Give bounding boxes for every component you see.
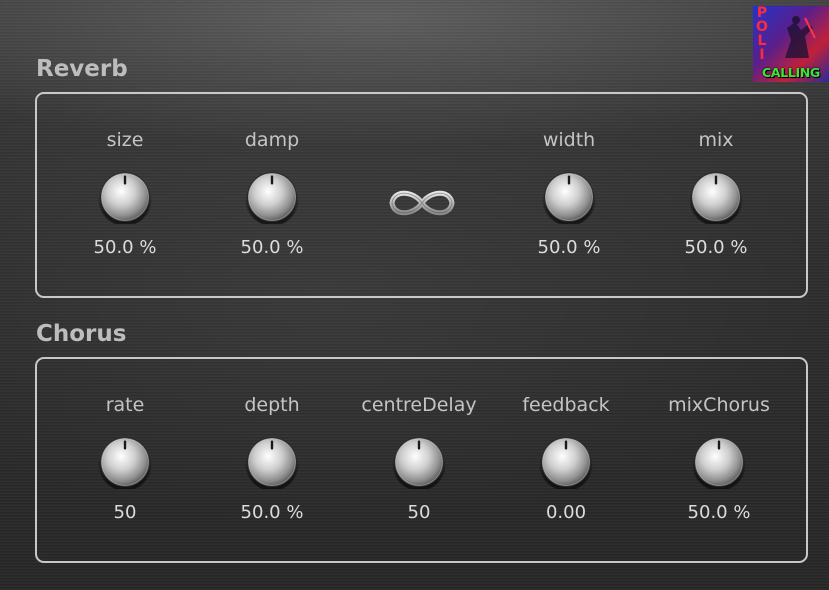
logo-side-text: POLI [756,6,768,63]
rate-label: rate [105,394,145,416]
reverb-control-mix: mix 50.0 % [651,128,781,260]
chorus-control-centre-delay: centreDelay 50 [354,393,484,525]
width-label: width [542,129,596,151]
mix-chorus-knob[interactable] [692,435,746,491]
infinity-icon[interactable] [386,181,458,225]
centre-delay-label: centreDelay [361,394,477,416]
mix-value: 50.0 % [684,237,748,258]
size-knob[interactable] [98,170,152,226]
feedback-label: feedback [522,394,610,416]
damp-label: damp [244,129,300,151]
chorus-control-rate: rate 50 [60,393,190,525]
width-knob[interactable] [542,170,596,226]
damp-value: 50.0 % [240,237,304,258]
logo-figure-icon [785,16,816,58]
chorus-control-feedback: feedback 0.00 [501,393,631,525]
depth-label: depth [244,394,300,416]
reverb-control-size: size 50.0 % [60,128,190,260]
mix-label: mix [698,129,734,151]
centre-delay-knob[interactable] [392,435,446,491]
feedback-knob[interactable] [539,435,593,491]
mix-knob[interactable] [689,170,743,226]
logo-brand-text: CALLING [761,65,821,80]
width-value: 50.0 % [537,237,601,258]
damp-knob[interactable] [245,170,299,226]
chorus-control-mix-chorus: mixChorus 50.0 % [654,393,784,525]
reverb-control-width: width 50.0 % [504,128,634,260]
reverb-control-damp: damp 50.0 % [207,128,337,260]
chorus-section-title: Chorus [36,321,127,347]
poli-calling-logo: POLI CALLING [753,6,829,82]
rate-knob[interactable] [98,435,152,491]
mix-chorus-value: 50.0 % [687,502,751,523]
size-label: size [106,129,144,151]
size-value: 50.0 % [93,237,157,258]
chorus-control-depth: depth 50.0 % [207,393,337,525]
reverb-section-title: Reverb [36,56,128,82]
depth-value: 50.0 % [240,502,304,523]
rate-value: 50 [113,502,137,523]
mix-chorus-label: mixChorus [668,394,770,416]
feedback-value: 0.00 [545,502,587,523]
depth-knob[interactable] [245,435,299,491]
centre-delay-value: 50 [407,502,431,523]
